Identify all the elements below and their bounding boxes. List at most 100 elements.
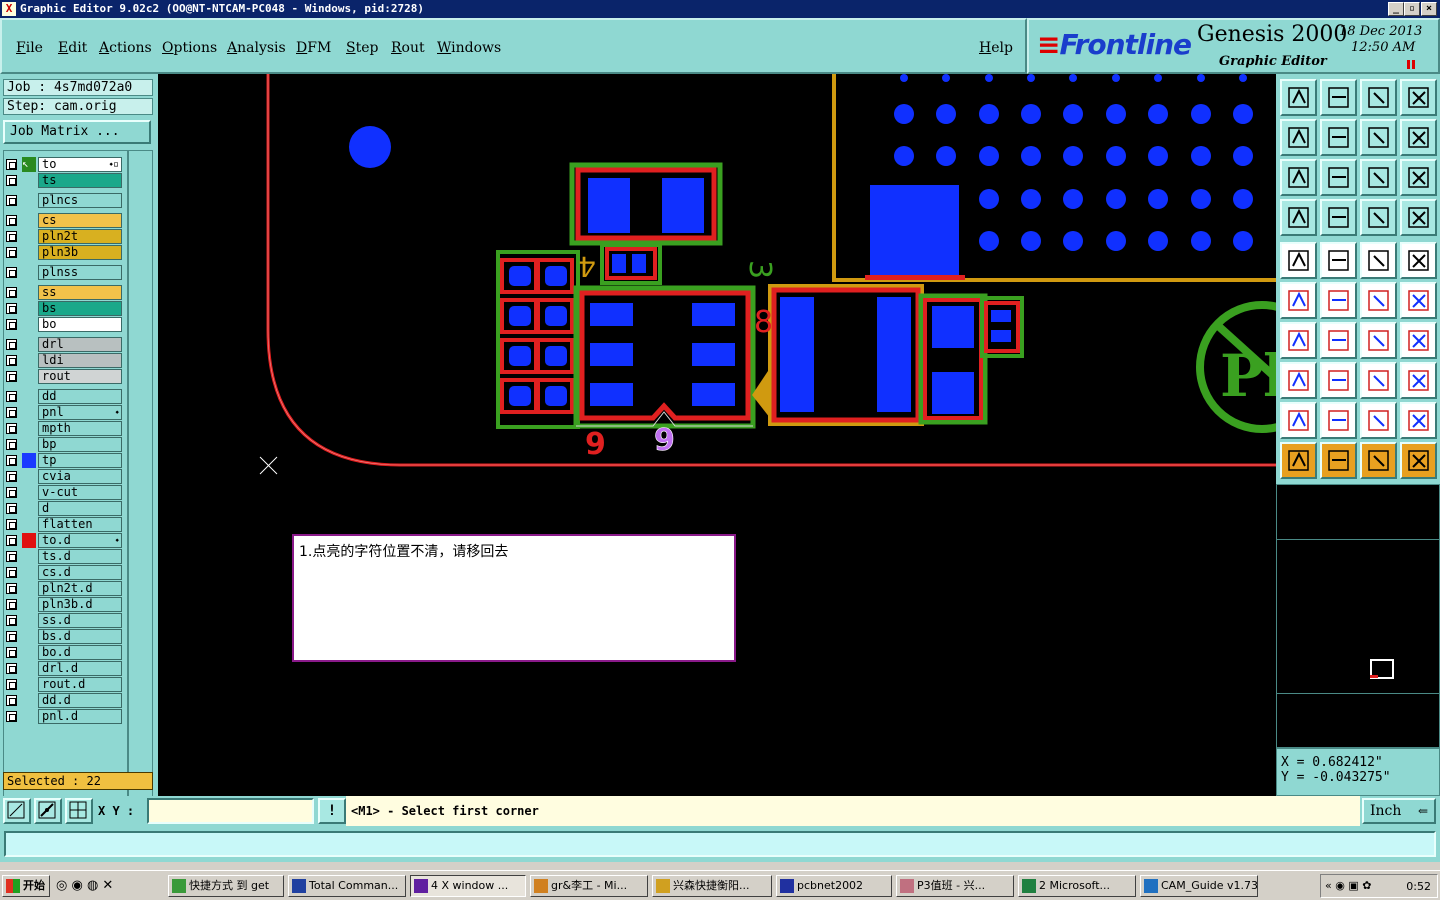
layer-checkbox[interactable]: [6, 487, 17, 498]
layer-checkbox[interactable]: [6, 407, 17, 418]
layer-checkbox[interactable]: [6, 267, 17, 278]
slash-tool[interactable]: [1320, 322, 1357, 359]
layer-name[interactable]: dd.d: [38, 693, 122, 708]
taskbar-item[interactable]: 兴森快捷衡阳...: [652, 875, 772, 897]
layer-affected-marker[interactable]: [22, 369, 36, 384]
layer-checkbox[interactable]: [6, 319, 17, 330]
layer-row-pln2t[interactable]: pln2t: [4, 229, 122, 244]
pointer-select-tool[interactable]: [1320, 442, 1357, 479]
snap-button[interactable]: [34, 798, 62, 824]
cross-tool[interactable]: [1320, 282, 1357, 319]
net-tool[interactable]: [1280, 282, 1317, 319]
layer-checkbox[interactable]: [6, 471, 17, 482]
layer-row-flatten[interactable]: flatten: [4, 517, 122, 532]
layer-name[interactable]: drl.d: [38, 661, 122, 676]
feature-tool[interactable]: [1280, 362, 1317, 399]
layer-affected-marker[interactable]: [22, 533, 36, 548]
layer-name[interactable]: cs: [38, 213, 122, 228]
quick-launch[interactable]: ◎ ◉ ◍ ✕: [56, 878, 113, 893]
export-tool[interactable]: [1320, 119, 1357, 156]
layer-checkbox[interactable]: [6, 339, 17, 350]
minimize-button[interactable]: _: [1388, 2, 1404, 16]
layer-affected-marker[interactable]: [22, 645, 36, 660]
taskbar-item[interactable]: 4 X window ...: [410, 875, 526, 897]
a-shape-tool[interactable]: [1360, 402, 1397, 439]
layer-row-d[interactable]: d: [4, 501, 122, 516]
maximize-button[interactable]: ▫: [1404, 2, 1420, 16]
layer-row-cs[interactable]: cs: [4, 213, 122, 228]
menu-rout[interactable]: Rout: [391, 40, 425, 56]
settings-tool[interactable]: [1280, 199, 1317, 236]
layer-checkbox[interactable]: [6, 231, 17, 242]
menu-edit[interactable]: Edit: [58, 40, 87, 56]
center-tool[interactable]: [1320, 159, 1357, 196]
layer-row-bs-d[interactable]: bs.d: [4, 629, 122, 644]
layer-affected-marker[interactable]: [22, 453, 36, 468]
layer-name[interactable]: bo.d: [38, 645, 122, 660]
layer-affected-marker[interactable]: [22, 193, 36, 208]
layer-row-pln2t-d[interactable]: pln2t.d: [4, 581, 122, 596]
layer-row-dd[interactable]: dd: [4, 389, 122, 404]
menu-help[interactable]: Help: [979, 40, 1013, 56]
overview-minimap[interactable]: [1276, 484, 1440, 748]
layer-checkbox[interactable]: [6, 679, 17, 690]
menu-actions[interactable]: Actions: [99, 40, 152, 56]
layer-name[interactable]: rout: [38, 369, 122, 384]
line-pad-tool[interactable]: [1360, 282, 1397, 319]
layer-checkbox[interactable]: [6, 247, 17, 258]
layer-checkbox[interactable]: [6, 519, 17, 530]
layer-affected-marker[interactable]: [22, 677, 36, 692]
help-tool[interactable]: [1400, 159, 1437, 196]
measure-tool[interactable]: [1360, 362, 1397, 399]
layer-name[interactable]: drl: [38, 337, 122, 352]
polygon-tool[interactable]: [1320, 242, 1357, 279]
layer-name[interactable]: cs.d: [38, 565, 122, 580]
layer-name[interactable]: mpth: [38, 421, 122, 436]
flip-text-tool[interactable]: [1400, 322, 1437, 359]
layer-checkbox[interactable]: [6, 663, 17, 674]
taskbar-item[interactable]: 快捷方式 到 get: [168, 875, 284, 897]
unit-selector[interactable]: Inch ⇐: [1362, 798, 1436, 824]
layer-affected-marker[interactable]: [22, 229, 36, 244]
layer-affected-marker[interactable]: [22, 549, 36, 564]
layer-affected-marker[interactable]: [22, 597, 36, 612]
layer-row-bp[interactable]: bp: [4, 437, 122, 452]
job-matrix-button[interactable]: Job Matrix ...: [3, 120, 151, 144]
layer-name[interactable]: dd: [38, 389, 122, 404]
layer-affected-marker[interactable]: [22, 501, 36, 516]
menu-windows[interactable]: Windows: [437, 40, 501, 56]
pointer-tool[interactable]: [1280, 442, 1317, 479]
layer-row-tp[interactable]: tp: [4, 453, 122, 468]
layer-row-pln3b-d[interactable]: pln3b.d: [4, 597, 122, 612]
pad-tool[interactable]: [1280, 242, 1317, 279]
layer-affected-marker[interactable]: [22, 405, 36, 420]
layer-checkbox[interactable]: [6, 647, 17, 658]
layer-row-cs-d[interactable]: cs.d: [4, 565, 122, 580]
layer-checkbox[interactable]: [6, 423, 17, 434]
home-tool[interactable]: [1360, 79, 1397, 116]
layer-affected-marker[interactable]: [22, 173, 36, 188]
layer-row-to[interactable]: ↖ to ⬩▫: [4, 157, 122, 172]
layer-checkbox[interactable]: [6, 551, 17, 562]
layer-name[interactable]: flatten: [38, 517, 122, 532]
scale-tool[interactable]: [1360, 159, 1397, 196]
route-tool[interactable]: [1400, 442, 1437, 479]
layer-checkbox[interactable]: [6, 455, 17, 466]
layer-affected-marker[interactable]: ↖: [22, 157, 36, 172]
pointer-orange-tool[interactable]: [1360, 442, 1397, 479]
circle-tool[interactable]: [1400, 242, 1437, 279]
layer-name[interactable]: d: [38, 501, 122, 516]
arch-tool[interactable]: [1400, 402, 1437, 439]
layer-row-pln3b[interactable]: pln3b: [4, 245, 122, 260]
layer-row-bo-d[interactable]: bo.d: [4, 645, 122, 660]
xy-input[interactable]: [147, 798, 314, 824]
grid-button[interactable]: [65, 798, 93, 824]
ruler-tool[interactable]: [1360, 242, 1397, 279]
flip-tool[interactable]: [1400, 119, 1437, 156]
info-button[interactable]: !: [318, 798, 346, 824]
layer-row-ldi[interactable]: ldi: [4, 353, 122, 368]
layer-checkbox[interactable]: [6, 631, 17, 642]
layer-row-drl-d[interactable]: drl.d: [4, 661, 122, 676]
layer-name[interactable]: pln3b.d: [38, 597, 122, 612]
layer-row-pnl[interactable]: pnl ⬩: [4, 405, 122, 420]
